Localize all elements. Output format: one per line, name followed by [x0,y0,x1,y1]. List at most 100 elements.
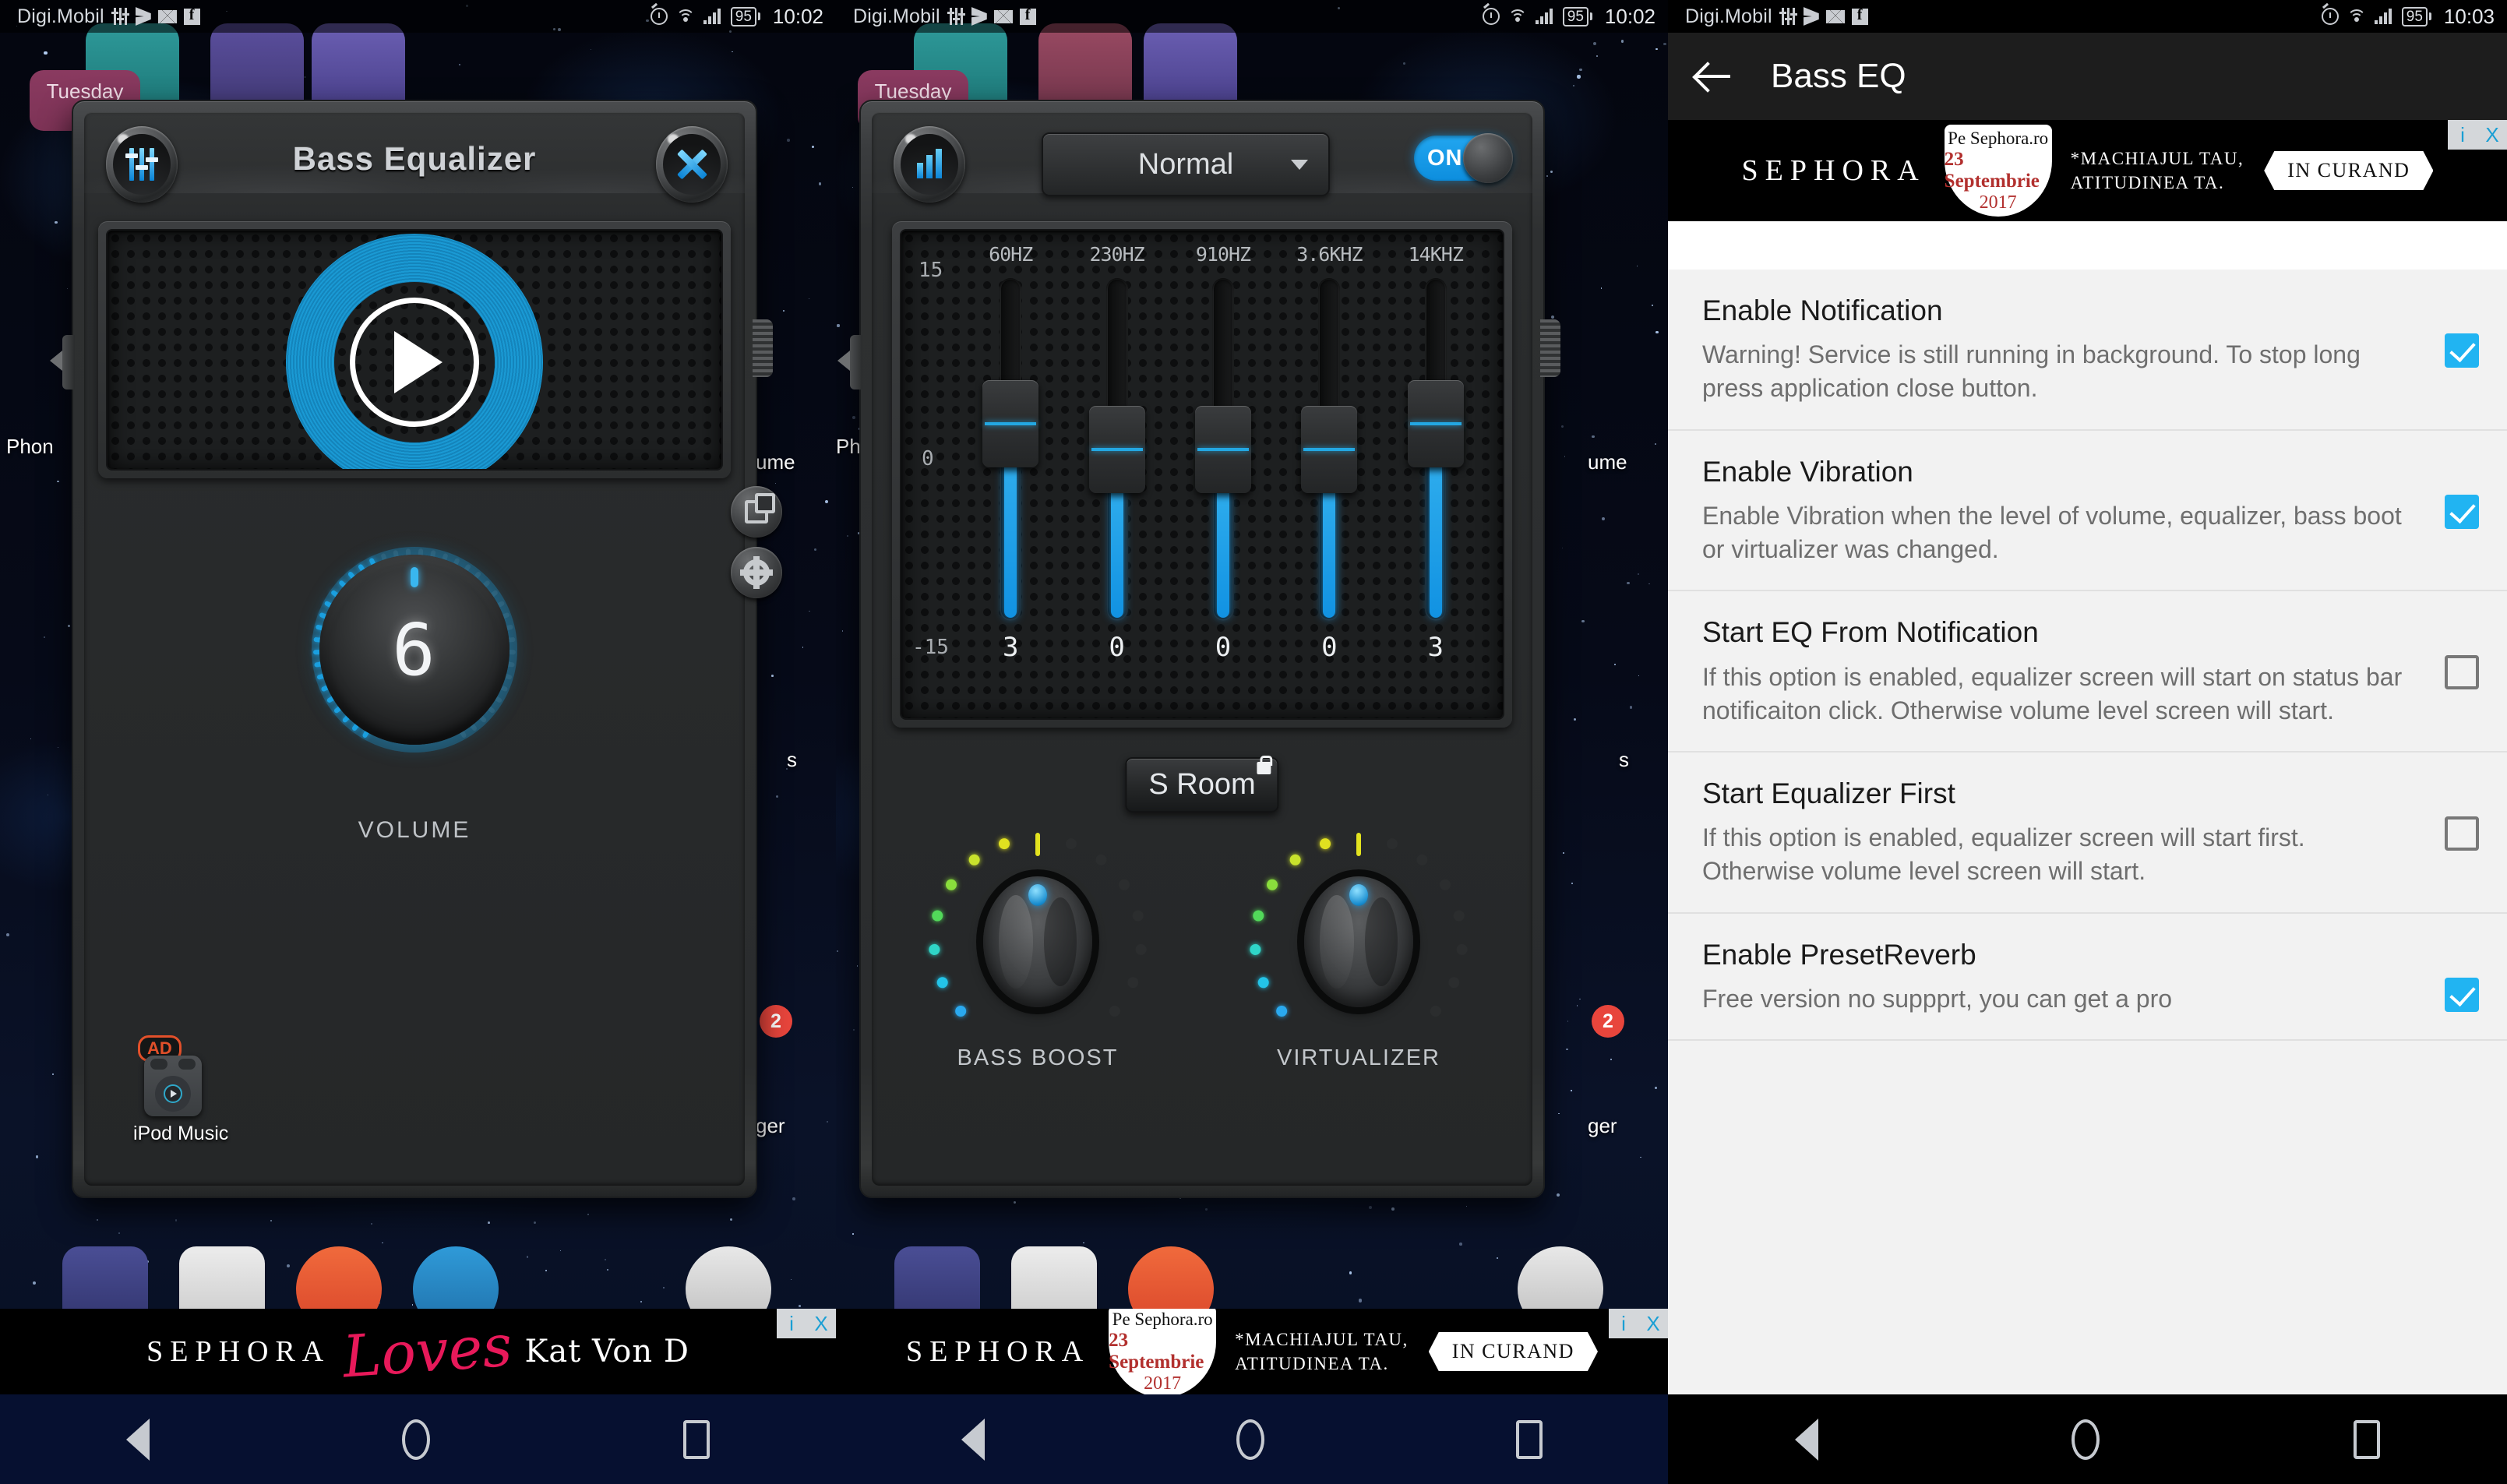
ad-app-tile[interactable]: AD iPod Music [144,1056,202,1116]
eq-slider-track[interactable] [1425,278,1447,621]
settings-checkbox[interactable] [2445,816,2479,851]
settings-checkbox[interactable] [2445,495,2479,529]
ad-tagline-line1: *MACHIAJUL TAU, [1235,1327,1409,1352]
recents-nav-icon[interactable] [2354,1420,2380,1459]
settings-row-title: Enable PresetReverb [1702,937,2421,973]
recents-nav-icon[interactable] [1516,1420,1543,1459]
ad-brand: SEPHORA [146,1334,330,1369]
settings-row-description: If this option is enabled, equalizer scr… [1702,661,2421,728]
home-nav-icon[interactable] [1236,1419,1264,1460]
ad-tagline: *MACHIAJUL TAU, ATITUDINEA TA. [1235,1327,1409,1376]
close-button[interactable] [656,126,728,203]
ad-cta-button[interactable]: IN CURAND [1429,1332,1598,1371]
bass-boost-knob[interactable]: BASS BOOST [948,852,1127,1031]
ad-info-icon[interactable]: i [1609,1309,1638,1338]
ipod-music-icon[interactable] [144,1056,202,1116]
recents-nav-icon[interactable] [683,1420,710,1459]
settings-row[interactable]: Enable Notification Warning! Service is s… [1668,270,2507,431]
settings-row-description: Free version no suppprt, you can get a p… [1702,982,2421,1016]
preset-dropdown[interactable]: Normal [1042,132,1330,196]
eq-band-value: 0 [1321,632,1337,663]
volume-knob-body[interactable]: 6 [319,555,510,745]
volume-knob[interactable]: 6 [266,502,562,798]
eq-slider-column[interactable]: 3.6KHZ 0 [1286,243,1372,663]
panel-equalizer-screen: Tuesday Phon ume s ger 2 Digi.Mobil 95 [836,0,1668,1484]
virtualizer-knob[interactable]: VIRTUALIZER [1269,852,1448,1031]
ad-info-icon[interactable]: i [2448,120,2477,150]
volume-screen-button[interactable] [894,126,965,203]
ad-controls[interactable]: i X [1609,1309,1668,1338]
ad-controls[interactable]: i X [2448,120,2507,150]
ad-close-icon[interactable]: X [806,1309,836,1338]
signal-icon [2375,9,2393,24]
notification-badge: 2 [1592,1005,1624,1038]
eq-slider-track[interactable] [1212,278,1234,621]
ad-info-icon[interactable]: i [777,1309,806,1338]
eq-slider-thumb[interactable] [1408,380,1464,467]
play-store-icon [136,7,151,26]
eq-slider-track[interactable] [1000,278,1021,621]
eq-slider-thumb[interactable] [982,380,1038,467]
settings-row[interactable]: Enable Vibration Enable Vibration when th… [1668,431,2507,592]
ad-close-icon[interactable]: X [2477,120,2507,150]
home-nav-icon[interactable] [402,1419,430,1460]
settings-row[interactable]: Start EQ From Notification If this option… [1668,591,2507,753]
back-nav-icon[interactable] [1795,1419,1818,1461]
eq-scale-zero: 0 [922,447,934,471]
carrier-label: Digi.Mobil [1685,5,1772,28]
eq-slider-thumb[interactable] [1301,406,1357,493]
back-nav-icon[interactable] [961,1419,985,1461]
bass-boost-knob-body[interactable] [983,876,1092,1007]
eq-slider-thumb[interactable] [1089,406,1145,493]
ad-controls[interactable]: i X [777,1309,836,1338]
wifi-icon [2347,9,2366,24]
settings-row[interactable]: Start Equalizer First If this option is e… [1668,753,2507,914]
reverb-preset-button[interactable]: S Room [1125,757,1278,812]
ad-shield-line1: Pe Sephora.ro [1948,129,2048,149]
knob-indicator [411,567,418,587]
chevron-down-icon [1291,160,1308,170]
battery-icon: 95 [731,7,760,26]
eq-slider-column[interactable]: 60HZ 3 [968,243,1053,663]
ad-banner-bottom[interactable]: SEPHORA Pe Sephora.ro 23 Septembrie 2017… [836,1309,1668,1394]
eq-sliders[interactable]: 60HZ 3 230HZ 0 910HZ 0 3.6KHZ 0 14KHZ 3 [957,243,1489,663]
eq-slider-thumb[interactable] [1195,406,1251,493]
settings-row-text: Start EQ From Notification If this option… [1702,615,2445,728]
panel-volume-screen: Tuesday Phon ume s ger 2 Digi.Mobil f 95… [0,0,836,1484]
settings-button[interactable] [731,547,782,598]
eq-slider-column[interactable]: 14KHZ 3 [1393,243,1479,663]
settings-checkbox[interactable] [2445,978,2479,1012]
nav-bar [836,1394,1668,1484]
visualizer-display[interactable] [106,229,723,471]
power-toggle[interactable]: ON [1414,136,1511,181]
knob-indicator [1028,884,1047,906]
virtualizer-knob-body[interactable] [1304,876,1413,1007]
ad-shield-line2: 23 Septembrie [1945,149,2052,192]
back-nav-icon[interactable] [126,1419,150,1461]
settings-row-description: Enable Vibration when the level of volum… [1702,499,2421,566]
ad-banner-bottom[interactable]: SEPHORA Loves Kat Von D i X [0,1309,836,1394]
ad-close-icon[interactable]: X [1638,1309,1668,1338]
ad-banner-top[interactable]: SEPHORA Pe Sephora.ro 23 Septembrie 2017… [1668,120,2507,221]
eq-slider-track[interactable] [1106,278,1128,621]
home-label-s: s [787,748,797,772]
lock-icon [1257,762,1271,774]
power-toggle-label: ON [1427,146,1463,171]
settings-checkbox[interactable] [2445,333,2479,368]
settings-checkbox[interactable] [2445,655,2479,689]
settings-row[interactable]: Enable PresetReverb Free version no suppp… [1668,914,2507,1041]
home-label-s: s [1619,748,1629,772]
eq-slider-track[interactable] [1318,278,1340,621]
home-nav-icon[interactable] [2072,1419,2100,1460]
ad-shield: Pe Sephora.ro 23 Septembrie 2017 [1109,1309,1216,1394]
resize-icon [745,500,768,523]
back-arrow-icon[interactable] [1696,58,1732,94]
settings-list[interactable]: Enable Notification Warning! Service is s… [1668,270,2507,1484]
home-label-volume: ume [756,450,795,474]
eq-slider-column[interactable]: 230HZ 0 [1074,243,1160,663]
ad-cta-button[interactable]: IN CURAND [2264,151,2433,190]
alarm-icon [2322,8,2339,25]
resize-button[interactable] [731,486,782,538]
eq-slider-column[interactable]: 910HZ 0 [1180,243,1266,663]
ad-shield-line3: 2017 [1144,1373,1181,1394]
